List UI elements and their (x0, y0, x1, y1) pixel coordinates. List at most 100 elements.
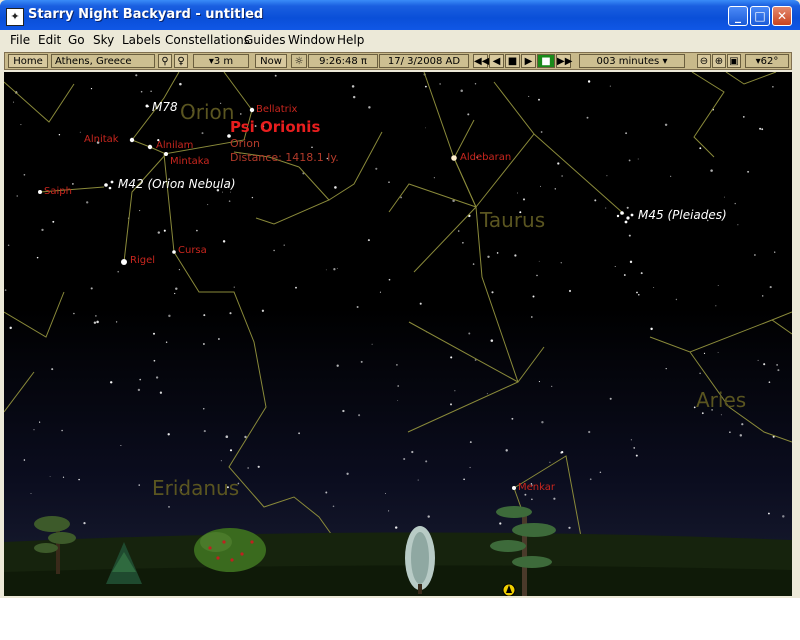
background-star (230, 191, 231, 193)
taurus-line (475, 81, 535, 208)
background-star (358, 414, 361, 417)
background-star (16, 195, 18, 197)
background-star (427, 515, 430, 518)
person-icon[interactable]: ♀ (174, 54, 188, 68)
time-field[interactable]: 9:26:48 π (308, 54, 378, 68)
sky-chart[interactable] (4, 72, 792, 596)
m45-marker (620, 211, 624, 215)
constellation-label[interactable]: Taurus (480, 208, 545, 232)
background-star (58, 134, 61, 136)
star-label[interactable]: Saiph (44, 186, 72, 197)
field-of-view-selector[interactable]: ▾62° (745, 54, 789, 68)
menu-sky[interactable]: Sky (93, 33, 114, 47)
background-star (522, 198, 526, 201)
background-star (490, 339, 494, 342)
star-label[interactable]: Mintaka (170, 156, 210, 167)
background-star (538, 260, 540, 262)
background-star (532, 295, 535, 298)
close-button[interactable]: ✕ (772, 6, 792, 26)
background-star (541, 421, 544, 424)
rewind-button[interactable]: ◀◀ (473, 54, 489, 68)
deep-sky-label[interactable]: M45 (Pleiades) (638, 208, 727, 222)
star-alnitak (129, 137, 135, 143)
stop-button[interactable]: ■ (505, 54, 520, 68)
background-star (614, 266, 616, 268)
background-star (33, 429, 35, 431)
background-star (640, 272, 643, 275)
menu-file[interactable]: File (10, 33, 30, 47)
deep-sky-label[interactable]: M42 (Orion Nebula) (118, 177, 236, 191)
background-star (220, 460, 222, 462)
background-star (450, 356, 453, 359)
background-star (717, 285, 719, 286)
menu-guides[interactable]: Guides (244, 33, 286, 47)
background-star (203, 430, 206, 433)
fast-forward-button[interactable]: ▶▶ (556, 54, 572, 68)
app-icon[interactable]: ✦ (6, 8, 24, 26)
zoom-box-icon[interactable]: ▣ (727, 54, 741, 68)
background-star (670, 175, 672, 177)
date-field[interactable]: 17/ 3/2008 AD (379, 54, 469, 68)
background-star (699, 147, 702, 150)
home-button[interactable]: Home (8, 54, 48, 68)
zoom-in-icon[interactable]: ⊕ (712, 54, 726, 68)
background-star (588, 430, 591, 434)
background-star (165, 341, 168, 343)
star-label[interactable]: Alnitak (84, 134, 119, 145)
background-star (759, 127, 762, 130)
viewpoint-icon[interactable]: ⚲ (158, 54, 172, 68)
now-button[interactable]: Now (255, 54, 287, 68)
background-star (625, 132, 628, 135)
named-stars (38, 107, 516, 490)
location-field[interactable]: Athens, Greece (51, 54, 155, 68)
star-label[interactable]: Bellatrix (256, 104, 297, 115)
taurus-line (413, 206, 477, 273)
m42-marker (108, 186, 112, 190)
menu-constellations[interactable]: Constellations (165, 33, 250, 47)
star-label[interactable]: Rigel (130, 255, 155, 266)
constellation-label[interactable]: Aries (696, 388, 746, 412)
menu-help[interactable]: Help (337, 33, 364, 47)
background-star (715, 305, 717, 307)
page-background (0, 598, 800, 640)
orion-line (328, 131, 383, 201)
background-star (605, 207, 607, 209)
background-star (152, 332, 156, 335)
minimize-button[interactable]: _ (728, 6, 748, 26)
background-star (454, 390, 456, 392)
background-star (511, 417, 514, 420)
background-star (499, 522, 502, 525)
menu-window[interactable]: Window (288, 33, 335, 47)
background-star (737, 224, 739, 226)
play-button[interactable]: ■ (537, 54, 555, 68)
background-star (346, 472, 349, 475)
time-step-selector[interactable]: 003 minutes ▾ (579, 54, 685, 68)
background-star (549, 461, 551, 463)
menu-go[interactable]: Go (68, 33, 85, 47)
menu-labels[interactable]: Labels (122, 33, 161, 47)
deep-sky-label[interactable]: M78 (152, 100, 178, 114)
star-label[interactable]: Aldebaran (460, 152, 511, 163)
step-back-button[interactable]: ◀ (489, 54, 504, 68)
sky-view[interactable]: Orion Taurus Eridanus Aries Bellatrix Al… (4, 72, 792, 596)
star-label[interactable]: Menkar (518, 482, 555, 493)
elevation-selector[interactable]: ▾3 m (193, 54, 249, 68)
background-star (384, 492, 386, 494)
background-star (665, 367, 667, 370)
background-star (90, 287, 93, 290)
star-label[interactable]: Cursa (178, 245, 207, 256)
constellation-label[interactable]: Orion (180, 100, 234, 124)
title-bar[interactable]: ✦ Starry Night Backyard - untitled _ □ ✕ (0, 0, 800, 30)
eridanus-line (4, 371, 35, 413)
menu-edit[interactable]: Edit (38, 33, 61, 47)
star-label[interactable]: Alnilam (156, 140, 193, 151)
zoom-out-icon[interactable]: ⊖ (697, 54, 711, 68)
constellation-label[interactable]: Eridanus (152, 476, 239, 500)
taurus-line (408, 321, 519, 383)
star-alnilam (147, 144, 153, 150)
maximize-button[interactable]: □ (750, 6, 770, 26)
background-star (96, 320, 99, 324)
step-forward-button[interactable]: ▶ (521, 54, 536, 68)
background-star (174, 292, 176, 295)
background-star (41, 228, 44, 232)
